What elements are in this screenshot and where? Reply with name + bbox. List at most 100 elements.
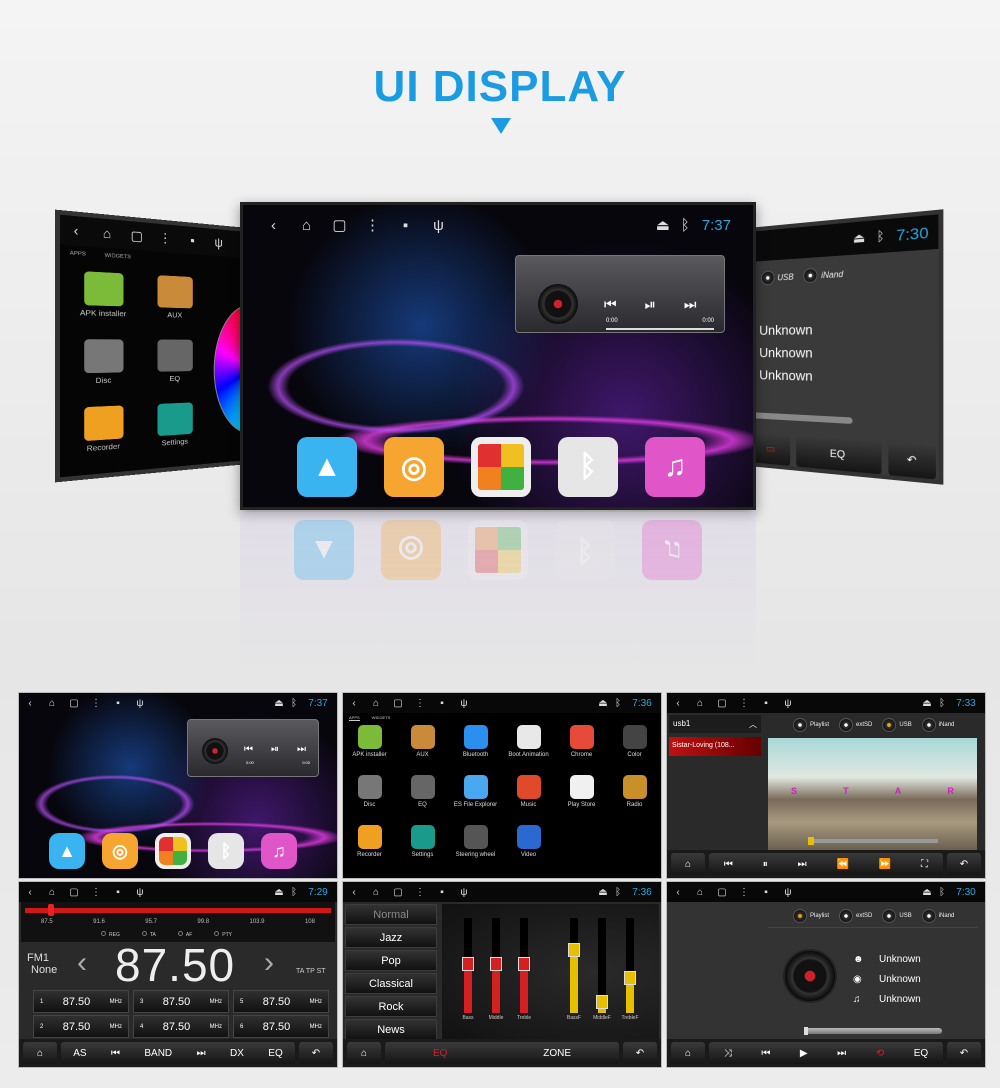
eq-button[interactable]: EQ [914,1048,928,1059]
music-icon[interactable]: ♫ [645,437,705,497]
back-icon[interactable]: ‹ [343,698,365,709]
source-extsd[interactable]: extSD [839,909,872,923]
recents-icon[interactable]: ▢ [323,216,356,234]
tuning-marker[interactable] [48,904,54,916]
eq-preset-pop[interactable]: Pop [345,950,437,971]
menu-icon[interactable]: ⋮ [409,698,431,709]
home-button[interactable]: ⌂ [347,1042,381,1064]
source-usb[interactable]: USB [761,269,794,286]
source-inand[interactable]: iNand [921,909,954,923]
eq-slider-knob[interactable] [624,971,636,985]
music-icon[interactable]: ♫ [642,520,702,580]
eq-slider-knob[interactable] [490,956,502,971]
back-icon[interactable]: ‹ [343,887,365,898]
eq-slider-treblef[interactable] [624,918,636,1013]
app-disc[interactable]: Disc [65,335,140,404]
repeat-button[interactable]: ⟲ [876,1048,884,1059]
back-icon[interactable]: ‹ [667,887,689,898]
back-button[interactable]: ↶ [299,1042,333,1064]
home-icon[interactable]: ⌂ [365,887,387,898]
playlist-item[interactable]: Sistar-Loving (108... [669,737,761,756]
progress-bar[interactable] [751,412,853,424]
recents-icon[interactable]: ▢ [387,698,409,709]
eq-slider-bassf[interactable] [568,918,580,1013]
music-icon[interactable]: ♫ [261,833,297,869]
menu-icon[interactable]: ⋮ [151,230,179,247]
navigation-icon[interactable]: ▲ [49,833,85,869]
app-chrome[interactable]: Chrome [555,723,608,773]
eq-preset-classical[interactable]: Classical [345,973,437,994]
app-music[interactable]: Music [502,773,555,823]
next-button[interactable]: ⏭ [684,296,697,313]
dx-button[interactable]: DX [230,1048,244,1059]
home-button[interactable]: ⌂ [671,1042,705,1064]
app-play-store[interactable]: Play Store [555,773,608,823]
back-icon[interactable]: ‹ [667,698,689,709]
next-button[interactable]: ⏭ [837,1048,846,1059]
menu-icon[interactable]: ⋮ [85,887,107,898]
back-button[interactable]: ↶ [623,1042,657,1064]
back-icon[interactable]: ‹ [19,698,41,709]
source-inand[interactable]: iNand [803,266,843,284]
progress-bar[interactable] [804,1027,942,1035]
band-button[interactable]: BAND [144,1048,172,1059]
seek-down-button[interactable]: ‹ [77,946,87,980]
eq-slider-middle[interactable] [490,918,502,1013]
home-icon[interactable]: ⌂ [689,698,711,709]
app-color[interactable]: Color [608,723,661,773]
eq-slider-knob[interactable] [518,956,530,971]
play-button[interactable]: ▶ [800,1048,808,1059]
source-inand[interactable]: iNand [921,718,954,732]
prev-button[interactable]: ⏮ [244,744,253,755]
back-icon[interactable]: ‹ [60,222,92,241]
shuffle-button[interactable]: ⤨ [724,1048,732,1059]
app-apk-installer[interactable]: APK installer [343,723,396,773]
tab-widgets[interactable]: WIDGETS [105,252,131,260]
app-steering-wheel[interactable]: Steering wheel [449,823,502,873]
apps-grid-icon[interactable] [468,520,528,580]
fullscreen-button[interactable]: ⛶ [921,859,928,870]
flag-reg[interactable]: REG [101,931,120,938]
next-button[interactable]: ⏭ [297,744,306,755]
flag-pty[interactable]: PTY [214,931,232,938]
navigation-icon[interactable]: ▲ [294,520,354,580]
prev-button[interactable]: ⏮ [761,1048,770,1059]
app-settings[interactable]: Settings [140,398,208,466]
tuning-scale[interactable]: 87.5 91.6 95.7 99.8 103.9 108 REG TA AF PTY [21,902,335,942]
prev-button[interactable]: ⏮ [604,296,617,313]
app-radio[interactable]: Radio [608,773,661,823]
eq-preset-jazz[interactable]: Jazz [345,927,437,948]
preset-3[interactable]: 3 87.50 MHz [133,990,229,1013]
eq-slider-middlef[interactable] [596,918,608,1013]
next-button[interactable]: ⏭ [197,1048,206,1059]
flag-ta[interactable]: TA [141,931,156,938]
tab-apps[interactable]: APPS [349,715,360,721]
next-button[interactable]: ⏭ [798,859,807,870]
fast-forward-button[interactable]: ⏩ [879,859,891,870]
eq-slider-knob[interactable] [462,956,474,971]
prev-button[interactable]: ⏮ [724,859,733,870]
app-boot-animation[interactable]: Boot Animation [502,723,555,773]
recents-icon[interactable]: ▢ [63,887,85,898]
app-bluetooth[interactable]: Bluetooth [449,723,502,773]
back-icon[interactable]: ‹ [257,217,290,234]
preset-2[interactable]: 2 87.50 MHz [33,1015,129,1038]
app-video[interactable]: Video [502,823,555,873]
eq-slider-knob[interactable] [596,994,608,1009]
eq-slider-bass[interactable] [462,918,474,1013]
play-pause-button[interactable]: ⏯ [645,296,656,313]
back-icon[interactable]: ‹ [19,887,41,898]
menu-icon[interactable]: ⋮ [356,216,389,234]
home-icon[interactable]: ⌂ [290,217,323,234]
preset-1[interactable]: 1 87.50 MHz [33,990,129,1013]
seek-up-button[interactable]: › [264,946,274,980]
back-button[interactable]: ↶ [947,853,981,875]
preset-6[interactable]: 6 87.50 MHz [233,1015,329,1038]
app-aux[interactable]: AUX [140,270,208,336]
menu-icon[interactable]: ⋮ [733,887,755,898]
flag-af[interactable]: AF [177,931,192,938]
eq-slider-treble[interactable] [518,918,530,1013]
app-settings[interactable]: Settings [396,823,449,873]
bluetooth-icon[interactable]: ᛒ [558,437,618,497]
app-aux[interactable]: AUX [396,723,449,773]
